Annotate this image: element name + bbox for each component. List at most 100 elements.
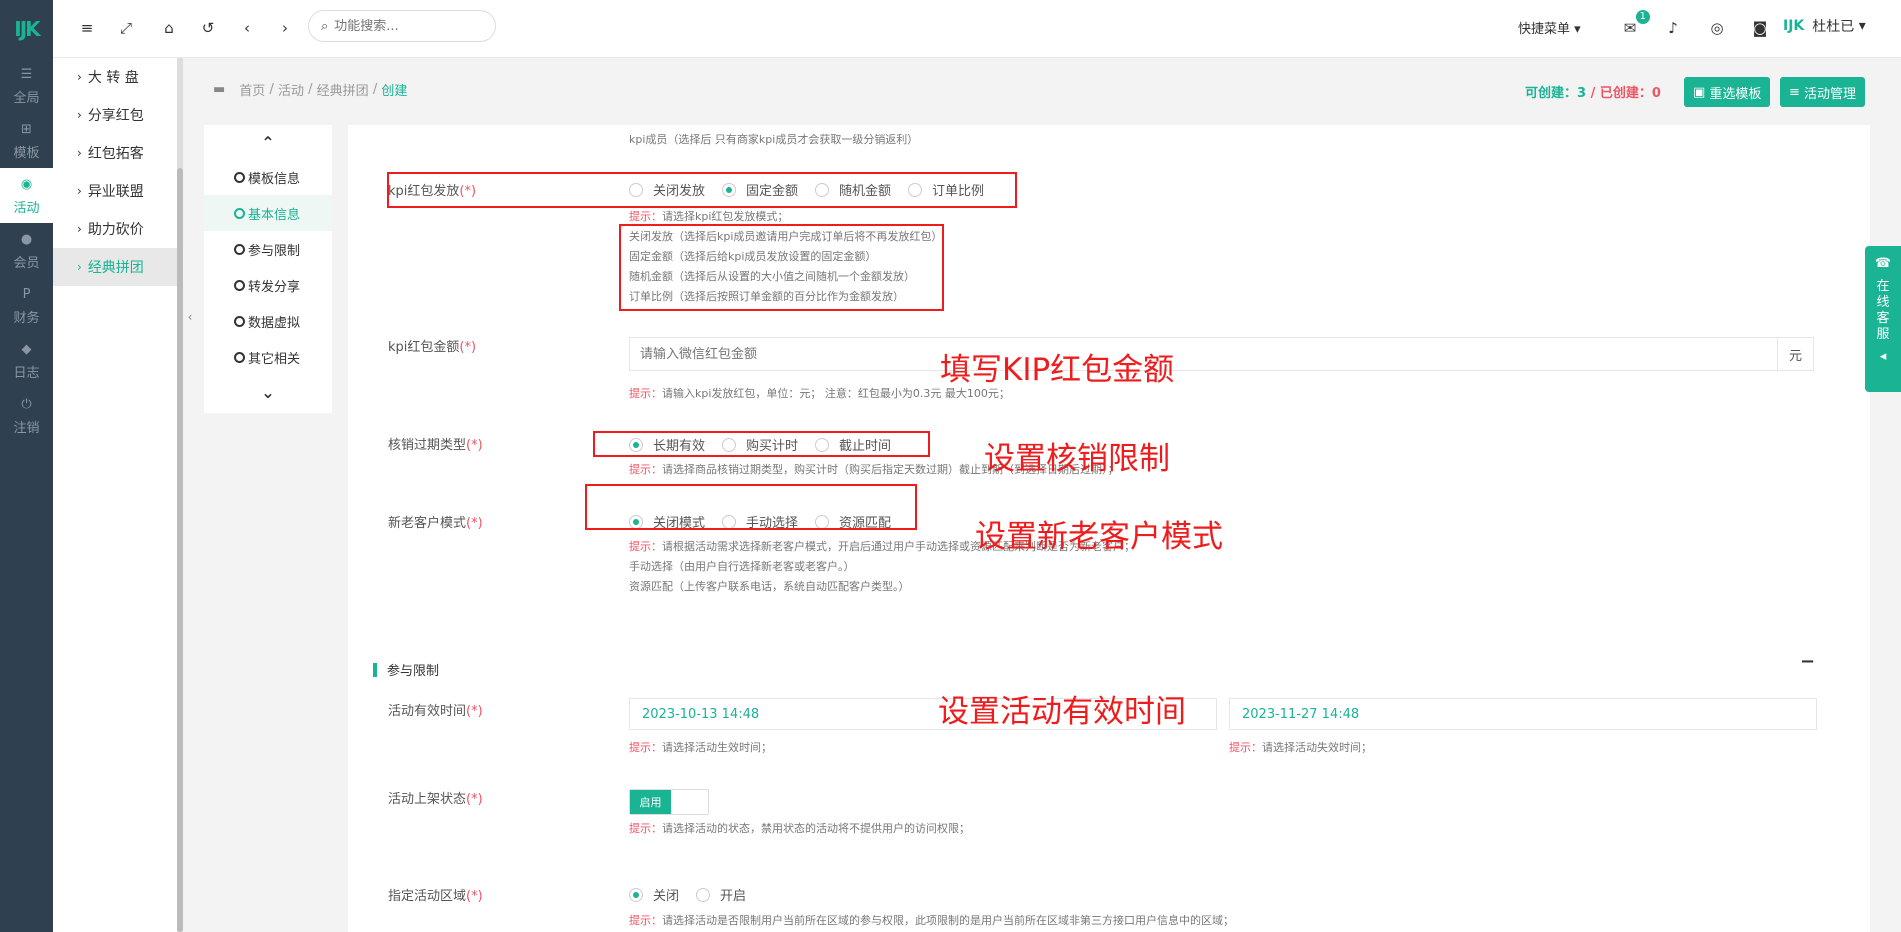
create-counts: 可创建：3 / 已创建：0 bbox=[1525, 86, 1661, 101]
crumb-current: 创建 bbox=[381, 84, 408, 99]
circle-icon bbox=[234, 243, 245, 255]
rail-item-template[interactable]: ⊞ 模板 bbox=[0, 113, 53, 168]
annotation-time: 设置活动有效时间 bbox=[938, 694, 1186, 730]
region-hint: 提示：请选择活动是否限制用户当前所在区域的参与权限，此项限制的是用户当前所在区域… bbox=[629, 914, 1234, 927]
form-steps-nav: ⌃ 模板信息 基本信息 参与限制 转发分享 数据虚拟 其它相关 ⌄ bbox=[204, 125, 332, 413]
scrollbar-thumb[interactable] bbox=[177, 168, 183, 932]
submenu-item[interactable]: › 助力砍价 bbox=[53, 210, 177, 248]
user-menu[interactable]: IJK 杜杜已 ▾ bbox=[1783, 16, 1866, 36]
chevron-up-icon[interactable]: ⌃ bbox=[204, 125, 332, 159]
pocket-icon[interactable]: ◙ bbox=[1750, 18, 1770, 38]
radio-region-on[interactable]: 开启 bbox=[696, 885, 746, 904]
submenu-item[interactable]: › 大 转 盘 bbox=[53, 58, 177, 96]
submenu-item[interactable]: › 分享红包 bbox=[53, 96, 177, 134]
unit-addon: 元 bbox=[1777, 338, 1813, 370]
breadcrumb-row: ▬ 首页 / 活动 / 经典拼团 / 创建 可创建：3 / 已创建：0 ▣ 重选… bbox=[200, 70, 1880, 110]
kpi-member-hint: kpi成员（选择后 只有商家kpi成员才会获取一级分销返利） bbox=[629, 133, 919, 146]
rail-item-finance[interactable]: P 财务 bbox=[0, 278, 53, 333]
radio-region-off[interactable]: 关闭 bbox=[629, 885, 679, 904]
step-participation[interactable]: 参与限制 bbox=[204, 231, 332, 267]
annotation-amount: 填写KIP红包金额 bbox=[940, 352, 1175, 388]
circle-icon bbox=[234, 279, 245, 291]
menu-icon[interactable]: ≡ bbox=[77, 18, 97, 38]
rail-label: 财务 bbox=[13, 310, 40, 326]
status-hint: 提示：请选择活动的状态，禁用状态的活动将不提供用户的访问权限； bbox=[629, 822, 970, 835]
home-icon[interactable]: ⌂ bbox=[159, 18, 179, 38]
sitemap-icon: ⊞ bbox=[21, 122, 32, 137]
camera-icon: ▣ bbox=[1693, 84, 1710, 100]
activity-submenu: › 大 转 盘 › 分享红包 › 红包拓客 › 异业联盟 › 助力砍价 › 经典拼团 bbox=[53, 58, 177, 932]
refresh-icon[interactable]: ↺ bbox=[198, 18, 218, 38]
crumb-group[interactable]: 经典拼团 bbox=[317, 80, 369, 99]
crumb-home[interactable]: 首页 bbox=[239, 80, 265, 99]
rail-item-activity[interactable]: ◉ 活动 bbox=[0, 168, 53, 223]
rail-label: 日志 bbox=[13, 365, 40, 381]
circle-icon bbox=[234, 207, 245, 219]
paypal-icon: P bbox=[22, 287, 31, 302]
reselect-template-button[interactable]: ▣ 重选模板 bbox=[1684, 77, 1771, 107]
circle-icon bbox=[234, 351, 245, 363]
bell-icon[interactable]: ♪ bbox=[1663, 18, 1683, 38]
kpi-amount-field: 元 bbox=[629, 337, 1814, 371]
crumb-activity[interactable]: 活动 bbox=[278, 80, 304, 99]
kpi-amount-input[interactable] bbox=[630, 338, 1777, 370]
rail-label: 全局 bbox=[13, 90, 40, 106]
rail-item-logout[interactable]: ⏻ 注销 bbox=[0, 388, 53, 443]
activity-manage-button[interactable]: ≡ 活动管理 bbox=[1780, 77, 1866, 107]
back-icon[interactable]: ‹ bbox=[237, 18, 257, 38]
annotation-box-customer bbox=[585, 484, 917, 530]
status-toggle[interactable]: 启用 bbox=[629, 789, 709, 815]
search-box[interactable]: ⌕ bbox=[308, 10, 496, 42]
chevron-right-icon: › bbox=[77, 260, 82, 274]
step-other[interactable]: 其它相关 bbox=[204, 339, 332, 375]
end-time-input[interactable]: 2023-11-27 14:48 bbox=[1229, 698, 1817, 730]
customer-service-tab[interactable]: ☎ 在线客服 ◂ bbox=[1865, 246, 1901, 392]
top-bar: ≡ ⤢ ⌂ ↺ ‹ › ⌕ 快捷菜单 ▾ ✉1 ♪ ◎ ◙ IJK 杜杜已 ▾ bbox=[53, 0, 1901, 58]
mail-badge: 1 bbox=[1635, 10, 1650, 24]
step-virtual-data[interactable]: 数据虚拟 bbox=[204, 303, 332, 339]
chevron-right-icon: › bbox=[77, 108, 82, 122]
annotation-box-kpi-hints bbox=[619, 224, 944, 311]
caret-down-icon: ▾ bbox=[1858, 18, 1866, 34]
customer-mode-hint-line: 资源匹配（上传客户联系电话，系统自动匹配客户类型。） bbox=[629, 580, 910, 593]
submenu-item[interactable]: › 异业联盟 bbox=[53, 172, 177, 210]
step-template-info[interactable]: 模板信息 bbox=[204, 159, 332, 195]
rail-item-global[interactable]: ☰ 全局 bbox=[0, 58, 53, 113]
annotation-box-expire bbox=[593, 431, 930, 457]
submenu-scrollbar[interactable] bbox=[177, 58, 183, 932]
folder-open-icon: ▬ bbox=[213, 82, 226, 97]
section-participation: 参与限制 bbox=[373, 660, 439, 679]
rail-label: 活动 bbox=[13, 200, 40, 216]
annotation-expire: 设置核销限制 bbox=[984, 441, 1170, 477]
expire-type-label: 核销过期类型(*) bbox=[388, 438, 483, 453]
rail-item-log[interactable]: ◆ 日志 bbox=[0, 333, 53, 388]
rail-label: 会员 bbox=[13, 255, 40, 271]
chevron-down-icon[interactable]: ⌄ bbox=[204, 375, 332, 409]
circle-icon bbox=[234, 171, 245, 183]
breadcrumb: ▬ 首页 / 活动 / 经典拼团 / 创建 bbox=[213, 80, 408, 99]
mail-icon[interactable]: ✉ 1 bbox=[1620, 10, 1650, 38]
collapse-sidebar-icon[interactable]: ‹ bbox=[183, 305, 197, 329]
start-time-hint: 提示：请选择活动生效时间； bbox=[629, 741, 772, 754]
forward-icon[interactable]: › bbox=[275, 18, 295, 38]
step-share[interactable]: 转发分享 bbox=[204, 267, 332, 303]
map-pin-icon: ◉ bbox=[20, 177, 33, 192]
submenu-item-active[interactable]: › 经典拼团 bbox=[53, 248, 177, 286]
rail-label: 模板 bbox=[13, 145, 40, 161]
app-logo: IJK bbox=[14, 17, 40, 41]
submenu-item[interactable]: › 红包拓客 bbox=[53, 134, 177, 172]
rail-item-member[interactable]: ● 会员 bbox=[0, 223, 53, 278]
search-input[interactable] bbox=[334, 18, 475, 34]
step-basic-info[interactable]: 基本信息 bbox=[204, 195, 332, 231]
annotation-box-kpi-mode bbox=[387, 172, 1017, 208]
chevron-right-icon: › bbox=[77, 222, 82, 236]
sliders-icon: ☰ bbox=[20, 67, 33, 82]
fullscreen-icon[interactable]: ⤢ bbox=[116, 18, 136, 38]
caret-down-icon: ▾ bbox=[1574, 22, 1581, 37]
collapse-section-button[interactable]: − bbox=[1800, 651, 1815, 672]
status-label: 活动上架状态(*) bbox=[388, 792, 483, 807]
region-radios: 关闭 开启 bbox=[629, 885, 763, 904]
quick-menu-dropdown[interactable]: 快捷菜单 ▾ bbox=[1518, 18, 1581, 37]
user-circle-icon[interactable]: ◎ bbox=[1707, 18, 1727, 38]
circle-icon bbox=[234, 315, 245, 327]
